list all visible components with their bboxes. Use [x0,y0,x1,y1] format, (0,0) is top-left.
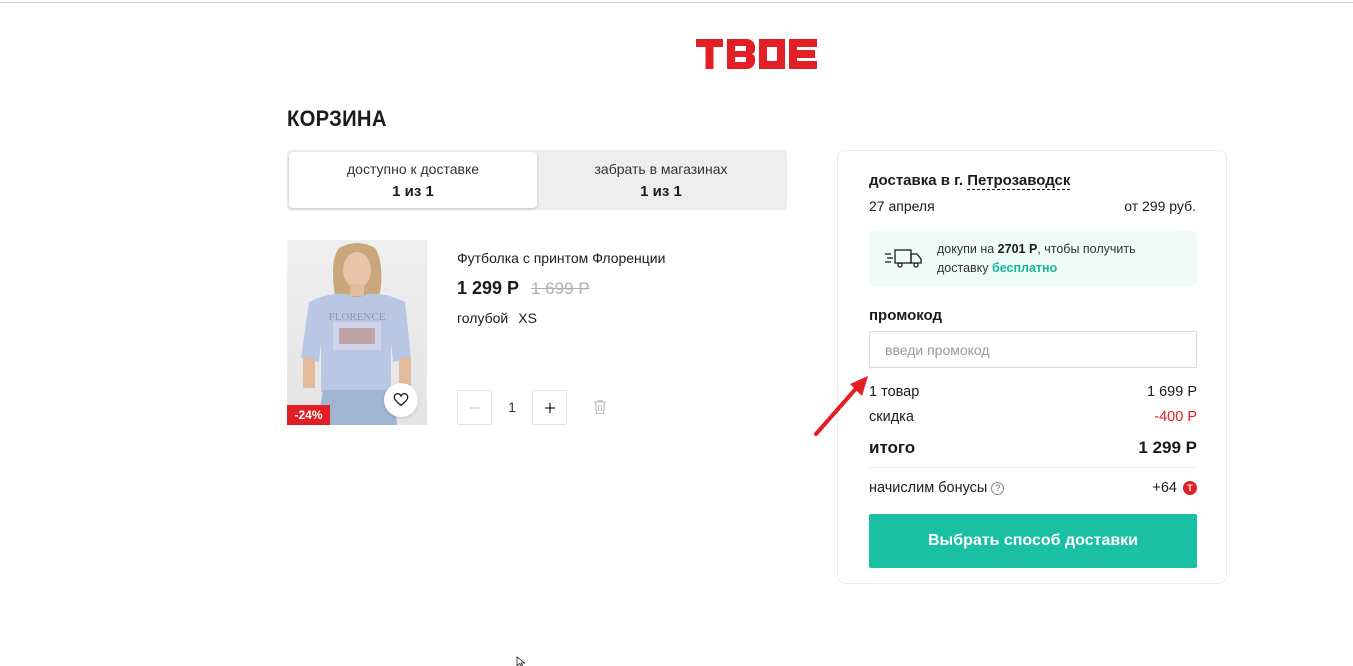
tab-pickup-label: забрать в магазинах [594,160,728,177]
plus-icon [544,402,555,413]
total-label: итого [869,438,916,457]
minus-icon [469,406,480,409]
items-label: 1 товар [869,384,920,400]
quantity-decrease-button[interactable] [457,390,492,425]
quantity-increase-button[interactable] [532,390,567,425]
mouse-cursor-icon [516,656,526,666]
summary-divider [869,467,1197,468]
delivery-city-link[interactable]: Петрозаводск [967,172,1071,190]
product-price: 1 299 Р [457,278,520,298]
items-value: 1 699 Р [1147,384,1197,400]
quantity-value: 1 [508,399,516,415]
delivery-date: 27 апреля [869,198,935,214]
discount-value: -400 Р [1154,409,1197,425]
trash-icon[interactable] [592,399,608,415]
free-delivery-text: докупи на 2701 Р, чтобы получить доставк… [937,240,1187,278]
promo-input[interactable] [869,331,1197,368]
delivery-cost: от 299 руб. [1124,198,1196,214]
bonus-row: начислим бонусы? +64 T [869,480,1197,496]
annotation-arrow-icon [814,376,868,436]
promo-label: промокод [869,307,943,324]
top-divider [0,2,1353,3]
free-pre: докупи на [937,242,995,256]
product-size: XS [518,310,537,326]
choose-delivery-button[interactable]: Выбрать способ доставки [869,514,1197,568]
product-color: голубой [457,310,509,326]
favorite-button[interactable] [384,383,418,417]
brand-logo[interactable] [696,37,820,71]
free-word: бесплатно [992,261,1058,275]
order-summary: доставка в г. Петрозаводск 27 апреля от … [837,150,1227,584]
product-old-price: 1 699 Р [531,279,590,298]
tab-pickup-count: 1 из 1 [640,182,682,200]
bonus-value: +64 [1152,480,1177,496]
discount-row: скидка -400 Р [869,409,1197,425]
tab-delivery[interactable]: доступно к доставке 1 из 1 [289,152,537,208]
question-icon[interactable]: ? [991,481,1005,495]
cart-tabs: доступно к доставке 1 из 1 забрать в маг… [287,150,787,210]
page-title: КОРЗИНА [287,106,387,131]
free-delivery-banner: докупи на 2701 Р, чтобы получить доставк… [869,231,1197,287]
product-name[interactable]: Футболка с принтом Флоренции [457,250,665,266]
total-value: 1 299 Р [1138,438,1197,457]
items-row: 1 товар 1 699 Р [869,384,1197,400]
bonus-coin-icon: T [1183,481,1197,495]
free-amount: 2701 Р [997,242,1038,256]
heart-icon [393,393,409,407]
product-attributes: голубой XS [457,310,537,326]
tab-delivery-label: доступно к доставке [346,160,480,177]
tab-delivery-count: 1 из 1 [392,182,434,200]
total-row: итого 1 299 Р [869,438,1197,458]
delivery-title: доставка в г. Петрозаводск [869,172,1071,190]
tab-pickup[interactable]: забрать в магазинах 1 из 1 [537,152,785,208]
delivery-prefix: доставка в г. [869,172,964,189]
bonus-label: начислим бонусы [869,480,988,496]
discount-badge: -24% [287,405,330,425]
truck-icon [885,249,922,268]
print-text: FLORENCE [329,311,386,323]
discount-label: скидка [869,409,914,425]
